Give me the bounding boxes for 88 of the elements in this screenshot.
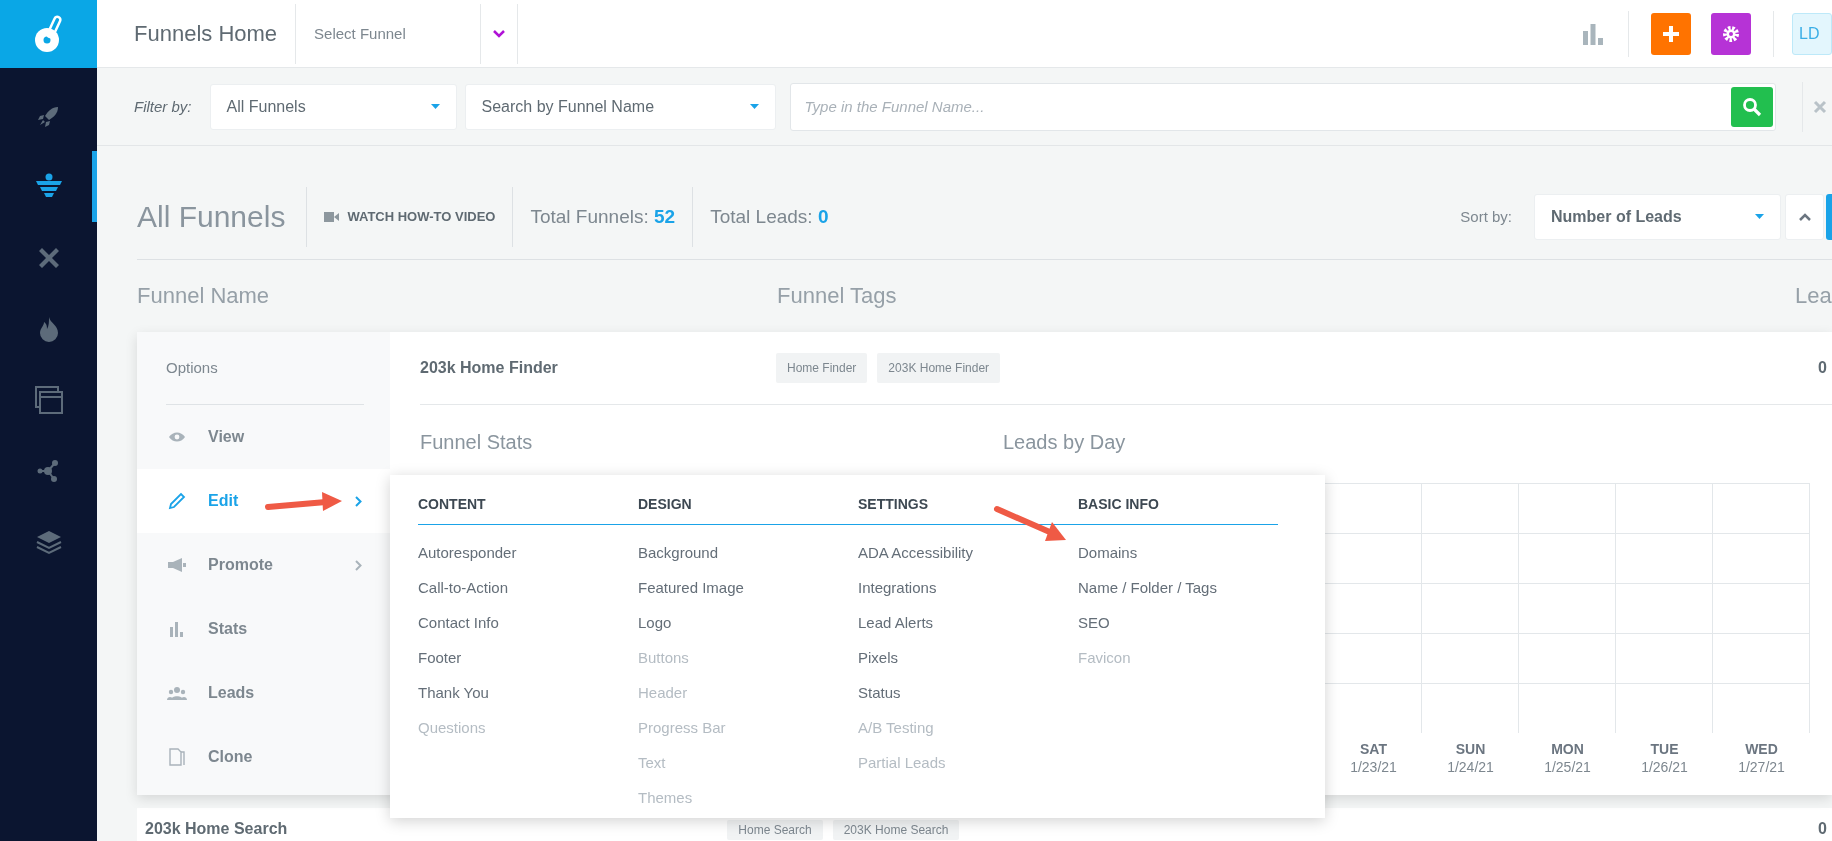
column-header: Lea	[1795, 283, 1832, 309]
axis-day-label: TUE	[1650, 741, 1679, 757]
lead-count: 0	[1818, 820, 1828, 838]
search-icon	[1741, 96, 1762, 117]
caret-icon	[749, 104, 759, 109]
search-button[interactable]	[1730, 86, 1773, 127]
funnel-stats-title: Funnel Stats	[420, 431, 534, 455]
people-icon	[166, 686, 188, 700]
sort-select[interactable]: Number of Leads	[1534, 193, 1781, 240]
layers-icon	[34, 528, 63, 555]
menu-heading: DESIGN	[638, 492, 858, 525]
menu-item[interactable]: Call-to-Action	[418, 576, 638, 611]
column-header: Funnel Name	[137, 283, 271, 309]
column-header: Funnel Tags	[777, 283, 898, 309]
menu-item[interactable]: Footer	[418, 646, 638, 681]
logo-tile[interactable]	[0, 0, 97, 68]
axis-day-label: WED	[1745, 741, 1778, 757]
total-leads-text: Total Leads: 0	[710, 205, 829, 228]
options-title: Options	[166, 332, 364, 405]
total-funnels-text: Total Funnels: 52	[530, 205, 676, 228]
filter-label: Filter by:	[134, 98, 192, 115]
axis-date-label: 1/23/21	[1350, 759, 1397, 775]
flame-icon	[38, 315, 59, 342]
dropdown-toggle[interactable]	[480, 3, 519, 64]
add-button[interactable]	[1651, 12, 1691, 55]
funnel-tag: 203K Home Search	[832, 820, 960, 840]
axis-day-label: SAT	[1360, 741, 1387, 757]
option-item[interactable]: Edit	[137, 469, 390, 533]
menu-item[interactable]: Name / Folder / Tags	[1078, 576, 1278, 611]
funnel-name[interactable]: 203k Home Search	[145, 820, 288, 838]
megaphone-icon	[166, 557, 188, 573]
funnel-name[interactable]: 203k Home Finder	[420, 359, 776, 377]
funnel-tag: 203K Home Finder	[877, 353, 1001, 383]
settings-button[interactable]	[1711, 12, 1751, 55]
option-item[interactable]: Promote	[137, 533, 390, 597]
option-item[interactable]: View	[137, 405, 390, 469]
menu-item[interactable]: Autoresponder	[418, 541, 638, 576]
leads-by-day-title: Leads by Day	[1003, 431, 1127, 455]
option-item[interactable]: Leads	[137, 661, 390, 725]
funnel-tag: Home Finder	[776, 353, 868, 383]
view-toggle-button[interactable]	[1826, 193, 1832, 240]
close-icon[interactable]	[1812, 99, 1827, 114]
video-camera-icon	[324, 211, 340, 222]
caret-icon	[430, 104, 440, 109]
axis-date-label: 1/25/21	[1544, 759, 1591, 775]
funnel-filter-select[interactable]: All Funnels	[209, 83, 457, 130]
menu-item[interactable]: Featured Image	[638, 576, 858, 611]
page-title: Funnels Home	[97, 3, 297, 64]
axis-date-label: 1/24/21	[1447, 759, 1494, 775]
settings-icon	[1722, 24, 1740, 43]
funnel-select[interactable]: Select Funnel	[296, 3, 481, 64]
option-item[interactable]: Clone	[137, 725, 390, 789]
chevron-up-icon	[1798, 212, 1811, 221]
lead-count: 0	[1818, 359, 1828, 377]
menu-item[interactable]: Status	[858, 681, 1078, 716]
menu-item[interactable]: Integrations	[858, 576, 1078, 611]
plus-icon	[1662, 24, 1680, 43]
section-title: All Funnels	[137, 199, 287, 234]
sort-label: Sort by:	[1460, 208, 1512, 225]
search-mode-select[interactable]: Search by Funnel Name	[464, 83, 776, 130]
how-to-video-link[interactable]: WATCH HOW-TO VIDEO	[324, 209, 496, 224]
pencil-icon	[166, 492, 188, 510]
menu-item[interactable]: SEO	[1078, 611, 1278, 646]
arrow-annotation	[994, 506, 1066, 541]
menu-item[interactable]: Domains	[1078, 541, 1278, 576]
search-field[interactable]: Type in the Funnel Name...	[789, 82, 1776, 131]
sort-direction-button[interactable]	[1785, 193, 1824, 240]
option-item[interactable]: Stats	[137, 597, 390, 661]
axis-date-label: 1/26/21	[1641, 759, 1688, 775]
menu-heading: CONTENT	[418, 492, 638, 525]
menu-item[interactable]: Lead Alerts	[858, 611, 1078, 646]
bar-chart-icon[interactable]	[1582, 22, 1604, 45]
menu-item[interactable]: ADA Accessibility	[858, 541, 1078, 576]
axis-day-label: SUN	[1455, 741, 1486, 757]
axis-day-label: MON	[1551, 741, 1584, 757]
funnel-tag: Home Search	[727, 820, 823, 840]
menu-item[interactable]: Pixels	[858, 646, 1078, 681]
axis-date-label: 1/27/21	[1738, 759, 1785, 775]
menu-item[interactable]: Background	[638, 541, 858, 576]
chevron-down-icon	[493, 29, 506, 38]
document-copy-icon	[166, 748, 188, 766]
menu-heading: BASIC INFO	[1078, 492, 1278, 525]
menu-item[interactable]: Logo	[638, 611, 858, 646]
menu-item[interactable]: Contact Info	[418, 611, 638, 646]
menu-heading: SETTINGS	[858, 492, 1078, 525]
menu-item[interactable]: Thank You	[418, 681, 638, 716]
windows-icon	[33, 384, 64, 415]
caret-icon	[1755, 214, 1764, 219]
